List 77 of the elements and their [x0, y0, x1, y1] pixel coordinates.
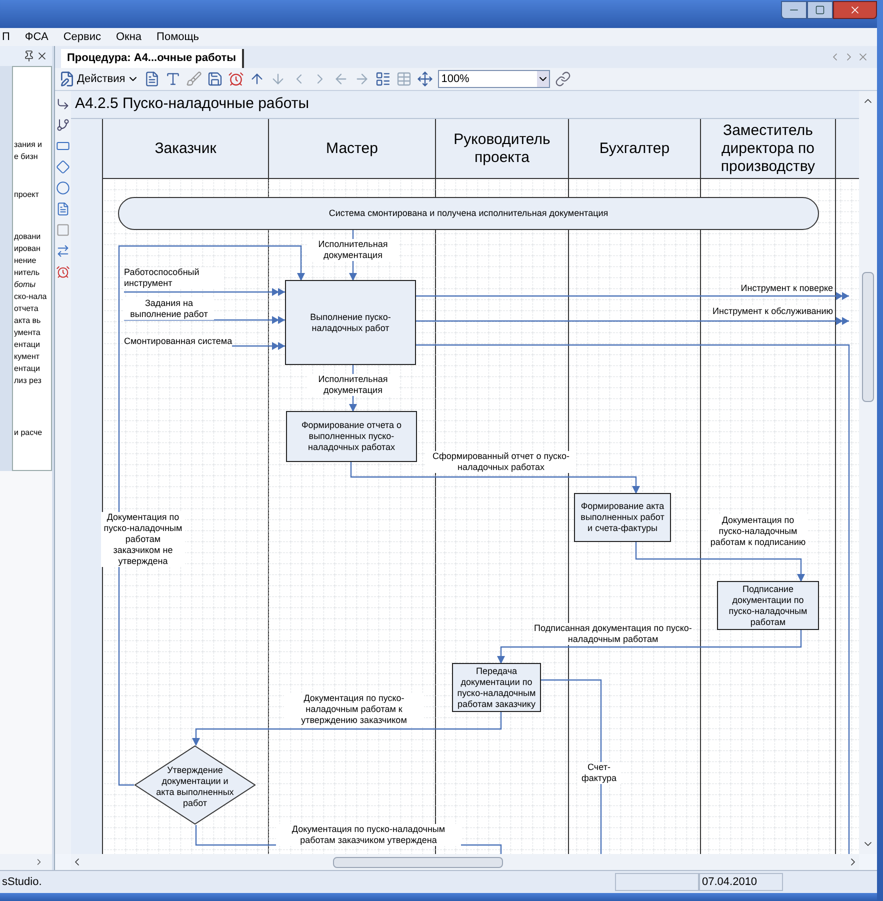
scroll-thumb[interactable]	[862, 272, 874, 402]
close-icon[interactable]	[36, 50, 48, 62]
tree-item[interactable]: и расче	[13, 427, 51, 439]
process-box: Формирование акта выполненных работ и счета-фактуры	[574, 493, 671, 542]
close-button[interactable]	[833, 1, 877, 19]
event-node: Система смонтирована и получена исполнительная документация	[118, 197, 819, 230]
scroll-thumb[interactable]	[333, 856, 503, 868]
process-box: Формирование отчета о выполненных пуско-наладочных работах	[286, 411, 417, 462]
process-box: Подписание документации по пуско-наладочным работам	[717, 581, 819, 630]
process-box: Выполнение пуско-наладочных работ	[285, 280, 416, 365]
flow-label: Исполнительная документация	[308, 374, 398, 396]
flow-label: Документация по пуско-наладочным работам к подписанию	[708, 515, 808, 548]
process-box: Передача документации по пуско-наладочным работам заказчику	[452, 663, 541, 712]
exchange-tool-icon[interactable]	[56, 244, 70, 258]
flow-label: Сформированный отчет о пуско-наладочных работах	[426, 451, 576, 473]
status-date: 07.04.2010	[699, 873, 783, 891]
minimize-button[interactable]	[781, 1, 807, 19]
menu-item[interactable]: Помощь	[156, 28, 200, 46]
brush-icon[interactable]	[186, 71, 202, 87]
move-icon[interactable]	[417, 71, 434, 87]
tree-item[interactable]: боты	[13, 279, 51, 291]
tree-item[interactable]: проект	[13, 189, 51, 201]
oval-tool-icon[interactable]	[56, 181, 70, 195]
tree-item[interactable]: нение	[13, 255, 51, 267]
tree-item[interactable]: отчета	[13, 303, 51, 315]
save-icon[interactable]	[207, 71, 224, 87]
close-icon[interactable]	[849, 4, 861, 16]
tree-item[interactable]: ско-нала	[13, 291, 51, 303]
alarm-clock-icon[interactable]	[56, 265, 70, 279]
branch-tool-icon[interactable]	[56, 118, 70, 132]
flow-label: Работоспособный инструмент	[124, 267, 224, 289]
diamond-tool-icon[interactable]	[56, 160, 70, 174]
document-tool-icon[interactable]	[56, 202, 70, 216]
actions-button[interactable]: Действия	[59, 70, 140, 88]
flow-label: Инструмент к обслуживанию	[712, 306, 833, 317]
tree-item[interactable]: лиз рез	[13, 375, 51, 387]
menu-item[interactable]: ФСА	[24, 28, 48, 46]
maximize-button[interactable]	[807, 1, 833, 19]
link-icon[interactable]	[555, 71, 572, 87]
flow-label: Смонтированная система	[124, 336, 232, 347]
pencil-icon	[59, 71, 75, 87]
flow-label: Документация по пуско-наладочным работам заказчиком не утверждена	[101, 512, 185, 567]
tree-item[interactable]: нитель	[13, 267, 51, 279]
tree-item[interactable]: зания и	[13, 139, 51, 151]
tree-item[interactable]: довани	[13, 231, 51, 243]
tree-item[interactable]: кумент	[13, 351, 51, 363]
pin-icon[interactable]	[23, 50, 35, 62]
alarm-clock-icon[interactable]	[228, 71, 244, 87]
decision-node: Утверждение документации и акта выполненных работ	[134, 745, 256, 825]
tree-item[interactable]: акта вь	[13, 315, 51, 327]
tree-item[interactable]: е бизн	[13, 151, 51, 163]
document-tab[interactable]: Процедура: А4...очные работы	[61, 49, 244, 68]
flow-label: Счет-фактура	[577, 762, 621, 784]
tree-item[interactable]: ентаци	[13, 363, 51, 375]
rectangle-tool-icon[interactable]	[56, 139, 70, 153]
tree-item[interactable]: умента	[13, 327, 51, 339]
diagram-title: А4.2.5 Пуско-наладочные работы	[75, 94, 310, 114]
menu-item[interactable]: Сервис	[63, 28, 101, 46]
connector-tool-icon[interactable]	[56, 97, 70, 111]
square-tool-icon[interactable]	[56, 223, 70, 237]
flow-label: Задания на выполнение работ	[124, 298, 214, 320]
edit-icon[interactable]	[144, 71, 160, 87]
flow-label: Инструмент к поверке	[740, 283, 833, 294]
flow-label: Документация по пуско-наладочным работам заказчиком утверждена	[276, 824, 461, 846]
flow-label: Подписанная документация по пуско-наладочным работам	[533, 623, 693, 645]
maximize-icon[interactable]	[815, 5, 825, 15]
layout-icon[interactable]	[375, 71, 392, 87]
flow-label: Исполнительная документация	[308, 239, 398, 261]
text-icon[interactable]	[165, 71, 182, 87]
tree-item[interactable]: ентаци	[13, 339, 51, 351]
zoom-field[interactable]: 100%	[438, 70, 550, 88]
status-text: sStudio.	[1, 874, 43, 890]
menu-item[interactable]: Окна	[116, 28, 142, 46]
menu-item[interactable]: П	[2, 28, 10, 46]
tree-item[interactable]: ирован	[13, 243, 51, 255]
caret-icon	[537, 71, 550, 87]
flow-label: Документация по пуско-наладочным работам к утверждению заказчиком	[284, 693, 424, 726]
